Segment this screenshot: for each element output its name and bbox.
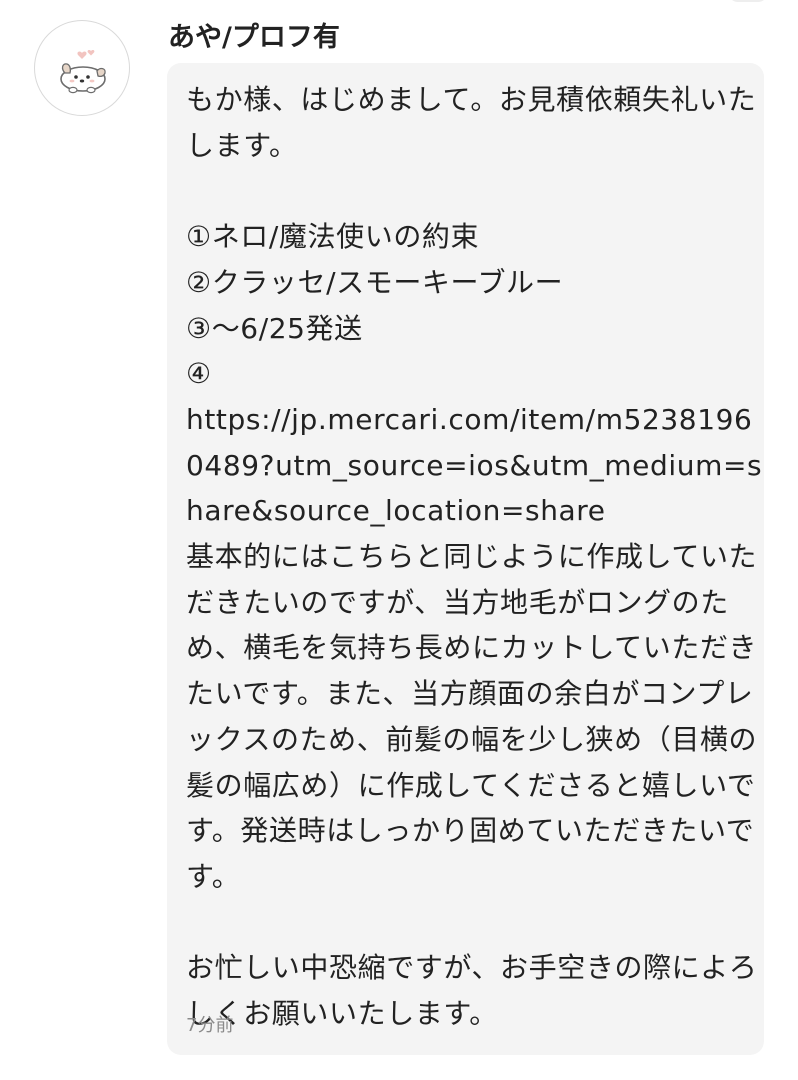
- previous-bubble-corner: [728, 0, 768, 2]
- chat-screen: あや/プロフ有 もか様、はじめまして。お見積依頼失礼いたします。 ①ネロ/魔法使…: [0, 0, 798, 1080]
- message-text: もか様、はじめまして。お見積依頼失礼いたします。 ①ネロ/魔法使いの約束 ②クラ…: [186, 83, 763, 1031]
- previous-message-edge: [0, 0, 798, 4]
- message-bubble[interactable]: もか様、はじめまして。お見積依頼失礼いたします。 ①ネロ/魔法使いの約束 ②クラ…: [167, 63, 764, 1055]
- dog-icon: [60, 49, 106, 94]
- message-timestamp: 7分前: [186, 1015, 234, 1036]
- avatar[interactable]: [34, 20, 130, 116]
- sender-name[interactable]: あや/プロフ有: [168, 20, 340, 56]
